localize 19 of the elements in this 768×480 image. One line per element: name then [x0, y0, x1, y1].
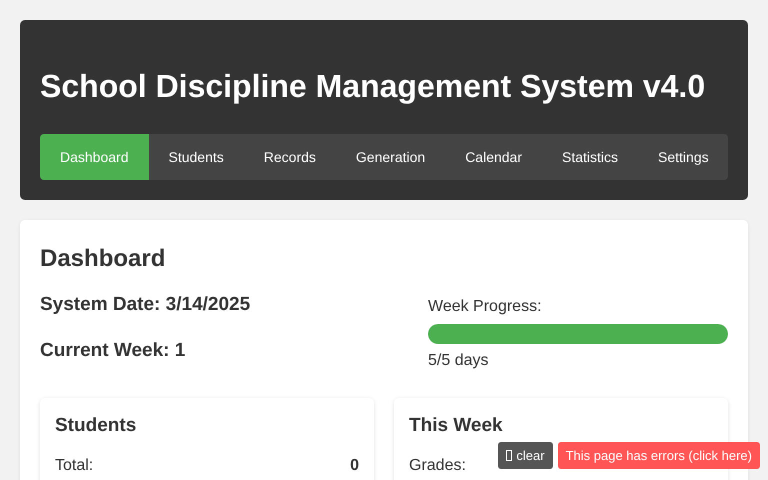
progress-text: 5/5 days — [428, 352, 490, 370]
nav-tab[interactable]: Students — [148, 134, 244, 180]
card-title: This Week — [409, 415, 504, 437]
card-title: Students — [55, 415, 138, 437]
nav-tab[interactable]: Calendar — [445, 134, 542, 180]
nav-tab[interactable]: Generation — [336, 134, 446, 180]
current-week: Current Week: 1 — [40, 340, 186, 362]
app-title: School Discipline Management System v4.0 — [40, 67, 706, 106]
missing-glyph-icon — [506, 450, 512, 461]
system-date: System Date: 3/14/2025 — [40, 294, 250, 316]
progress-label: Week Progress: — [428, 298, 543, 316]
section-heading: Dashboard — [40, 244, 166, 274]
clear-button[interactable]: clear — [498, 442, 553, 469]
stat-label: Grades: — [409, 457, 466, 475]
nav-tab[interactable]: Statistics — [542, 134, 638, 180]
stat-value: 0 — [350, 457, 359, 475]
nav-tab[interactable]: Settings — [638, 134, 728, 180]
nav-tab[interactable]: Records — [244, 134, 336, 180]
stat-label: Total: — [55, 457, 94, 475]
